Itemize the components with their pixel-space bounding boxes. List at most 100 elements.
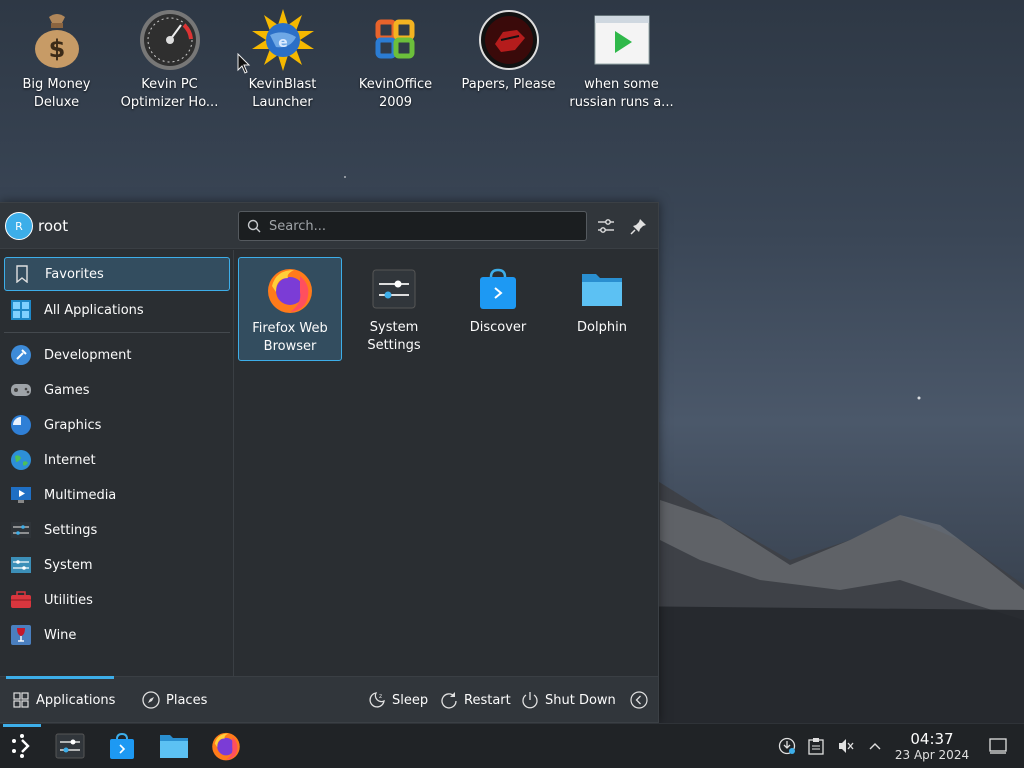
pin-icon bbox=[630, 219, 646, 235]
category-settings[interactable]: Settings bbox=[4, 513, 230, 547]
paint-icon bbox=[10, 414, 32, 436]
clipboard-icon bbox=[808, 738, 824, 755]
wine-icon bbox=[10, 624, 32, 646]
restart-icon bbox=[440, 691, 458, 709]
video-player-icon bbox=[588, 6, 656, 74]
compass-icon bbox=[142, 691, 160, 709]
category-label: Multimedia bbox=[44, 487, 117, 503]
launcher-footer: Applications Places z Sleep Restart Shut… bbox=[0, 676, 658, 722]
category-label: Wine bbox=[44, 627, 77, 643]
desktop-icon-papers-please[interactable]: Papers, Please bbox=[452, 6, 565, 112]
category-games[interactable]: Games bbox=[4, 373, 230, 407]
firefox-icon bbox=[266, 266, 314, 314]
globe-icon bbox=[10, 449, 32, 471]
category-label: Internet bbox=[44, 452, 96, 468]
category-label: Utilities bbox=[44, 592, 93, 608]
tray-expander[interactable] bbox=[865, 736, 885, 756]
desktop-icon-label: Big Money Deluxe bbox=[22, 77, 91, 110]
app-firefox[interactable]: Firefox Web Browser bbox=[238, 257, 342, 361]
category-label: Settings bbox=[44, 522, 98, 538]
app-label: System Settings bbox=[367, 320, 421, 353]
svg-text:$: $ bbox=[48, 35, 65, 63]
desktop-icon-label: Papers, Please bbox=[461, 77, 556, 92]
toolbox-icon bbox=[10, 589, 32, 611]
show-desktop-button[interactable] bbox=[988, 736, 1008, 756]
updates-icon bbox=[778, 737, 796, 755]
system-settings-icon bbox=[55, 733, 85, 759]
clipboard-tray[interactable] bbox=[806, 736, 826, 756]
button-label: Shut Down bbox=[545, 692, 616, 708]
sleep-icon: z bbox=[368, 691, 386, 709]
category-all-applications[interactable]: All Applications bbox=[4, 293, 230, 327]
discover-icon bbox=[474, 265, 522, 313]
gamepad-icon bbox=[10, 379, 32, 401]
category-system[interactable]: System bbox=[4, 548, 230, 582]
taskbar-firefox[interactable] bbox=[206, 728, 246, 764]
globe-sun-icon: e bbox=[249, 6, 317, 74]
monitor-icon bbox=[10, 484, 32, 506]
category-label: Favorites bbox=[45, 266, 104, 282]
category-favorites[interactable]: Favorites bbox=[4, 257, 230, 291]
app-label: Firefox Web Browser bbox=[252, 321, 328, 354]
grid-icon bbox=[10, 299, 32, 321]
user-name[interactable]: root bbox=[38, 217, 68, 235]
category-sidebar: Favorites All Applications Development G… bbox=[0, 250, 234, 678]
search-box[interactable] bbox=[238, 211, 587, 241]
category-development[interactable]: Development bbox=[4, 338, 230, 372]
taskbar: 04:37 23 Apr 2024 bbox=[0, 723, 1024, 768]
category-multimedia[interactable]: Multimedia bbox=[4, 478, 230, 512]
category-utilities[interactable]: Utilities bbox=[4, 583, 230, 617]
configure-button[interactable] bbox=[595, 215, 617, 237]
desktop-icon-label: when some russian runs a... bbox=[569, 77, 674, 110]
tab-places[interactable]: Places bbox=[142, 689, 207, 711]
application-launcher: R root Search... Favorites All Applicati… bbox=[0, 202, 659, 723]
taskbar-system-settings[interactable] bbox=[50, 728, 90, 764]
category-graphics[interactable]: Graphics bbox=[4, 408, 230, 442]
launcher-header: R root bbox=[0, 203, 658, 249]
desktop-icon-big-money[interactable]: $ Big Money Deluxe bbox=[0, 6, 113, 112]
money-bag-icon: $ bbox=[23, 6, 91, 74]
category-label: Games bbox=[44, 382, 90, 398]
papers-please-icon bbox=[475, 6, 543, 74]
category-wine[interactable]: Wine bbox=[4, 618, 230, 652]
search-icon bbox=[247, 219, 261, 233]
desktop-icon-video[interactable]: when some russian runs a... bbox=[565, 6, 678, 112]
app-system-settings[interactable]: System Settings bbox=[342, 257, 446, 361]
kde-launcher-icon bbox=[12, 734, 30, 758]
chevron-left-icon bbox=[630, 691, 648, 709]
button-label: Sleep bbox=[392, 692, 429, 708]
restart-button[interactable]: Restart bbox=[440, 689, 511, 711]
desktop-icons: $ Big Money Deluxe Kevin PC Optimizer Ho… bbox=[0, 6, 678, 112]
volume-tray[interactable] bbox=[836, 736, 856, 756]
category-label: All Applications bbox=[44, 302, 144, 318]
shutdown-button[interactable]: Shut Down bbox=[521, 689, 616, 711]
search-input[interactable] bbox=[269, 218, 569, 234]
more-power-options-button[interactable] bbox=[630, 689, 654, 711]
update-notifier[interactable] bbox=[777, 736, 797, 756]
desktop-icon-kevin-pc-optimizer[interactable]: Kevin PC Optimizer Ho... bbox=[113, 6, 226, 112]
button-label: Restart bbox=[464, 692, 511, 708]
clock-date: 23 Apr 2024 bbox=[894, 748, 970, 762]
desktop-icon-label: KevinBlast Launcher bbox=[248, 77, 317, 110]
app-dolphin[interactable]: Dolphin bbox=[550, 257, 654, 361]
active-tab-indicator bbox=[6, 676, 114, 679]
show-desktop-icon bbox=[989, 738, 1007, 754]
app-discover[interactable]: Discover bbox=[446, 257, 550, 361]
desktop-icon-label: KevinOffice 2009 bbox=[358, 77, 433, 110]
category-label: Development bbox=[44, 347, 132, 363]
system-icon bbox=[10, 554, 32, 576]
sliders-icon bbox=[10, 519, 32, 541]
digital-clock[interactable]: 04:37 23 Apr 2024 bbox=[890, 731, 974, 763]
tab-applications[interactable]: Applications bbox=[12, 689, 115, 711]
category-internet[interactable]: Internet bbox=[4, 443, 230, 477]
sleep-button[interactable]: z Sleep bbox=[368, 689, 428, 711]
pin-button[interactable] bbox=[628, 215, 650, 237]
taskbar-dolphin[interactable] bbox=[154, 728, 194, 764]
firefox-icon bbox=[212, 732, 240, 761]
application-launcher-button[interactable] bbox=[2, 728, 42, 764]
taskbar-discover[interactable] bbox=[102, 728, 142, 764]
tab-label: Applications bbox=[36, 692, 116, 708]
avatar[interactable]: R bbox=[5, 212, 33, 240]
desktop-icon-kevinoffice[interactable]: KevinOffice 2009 bbox=[339, 6, 452, 112]
volume-muted-icon bbox=[839, 739, 854, 753]
